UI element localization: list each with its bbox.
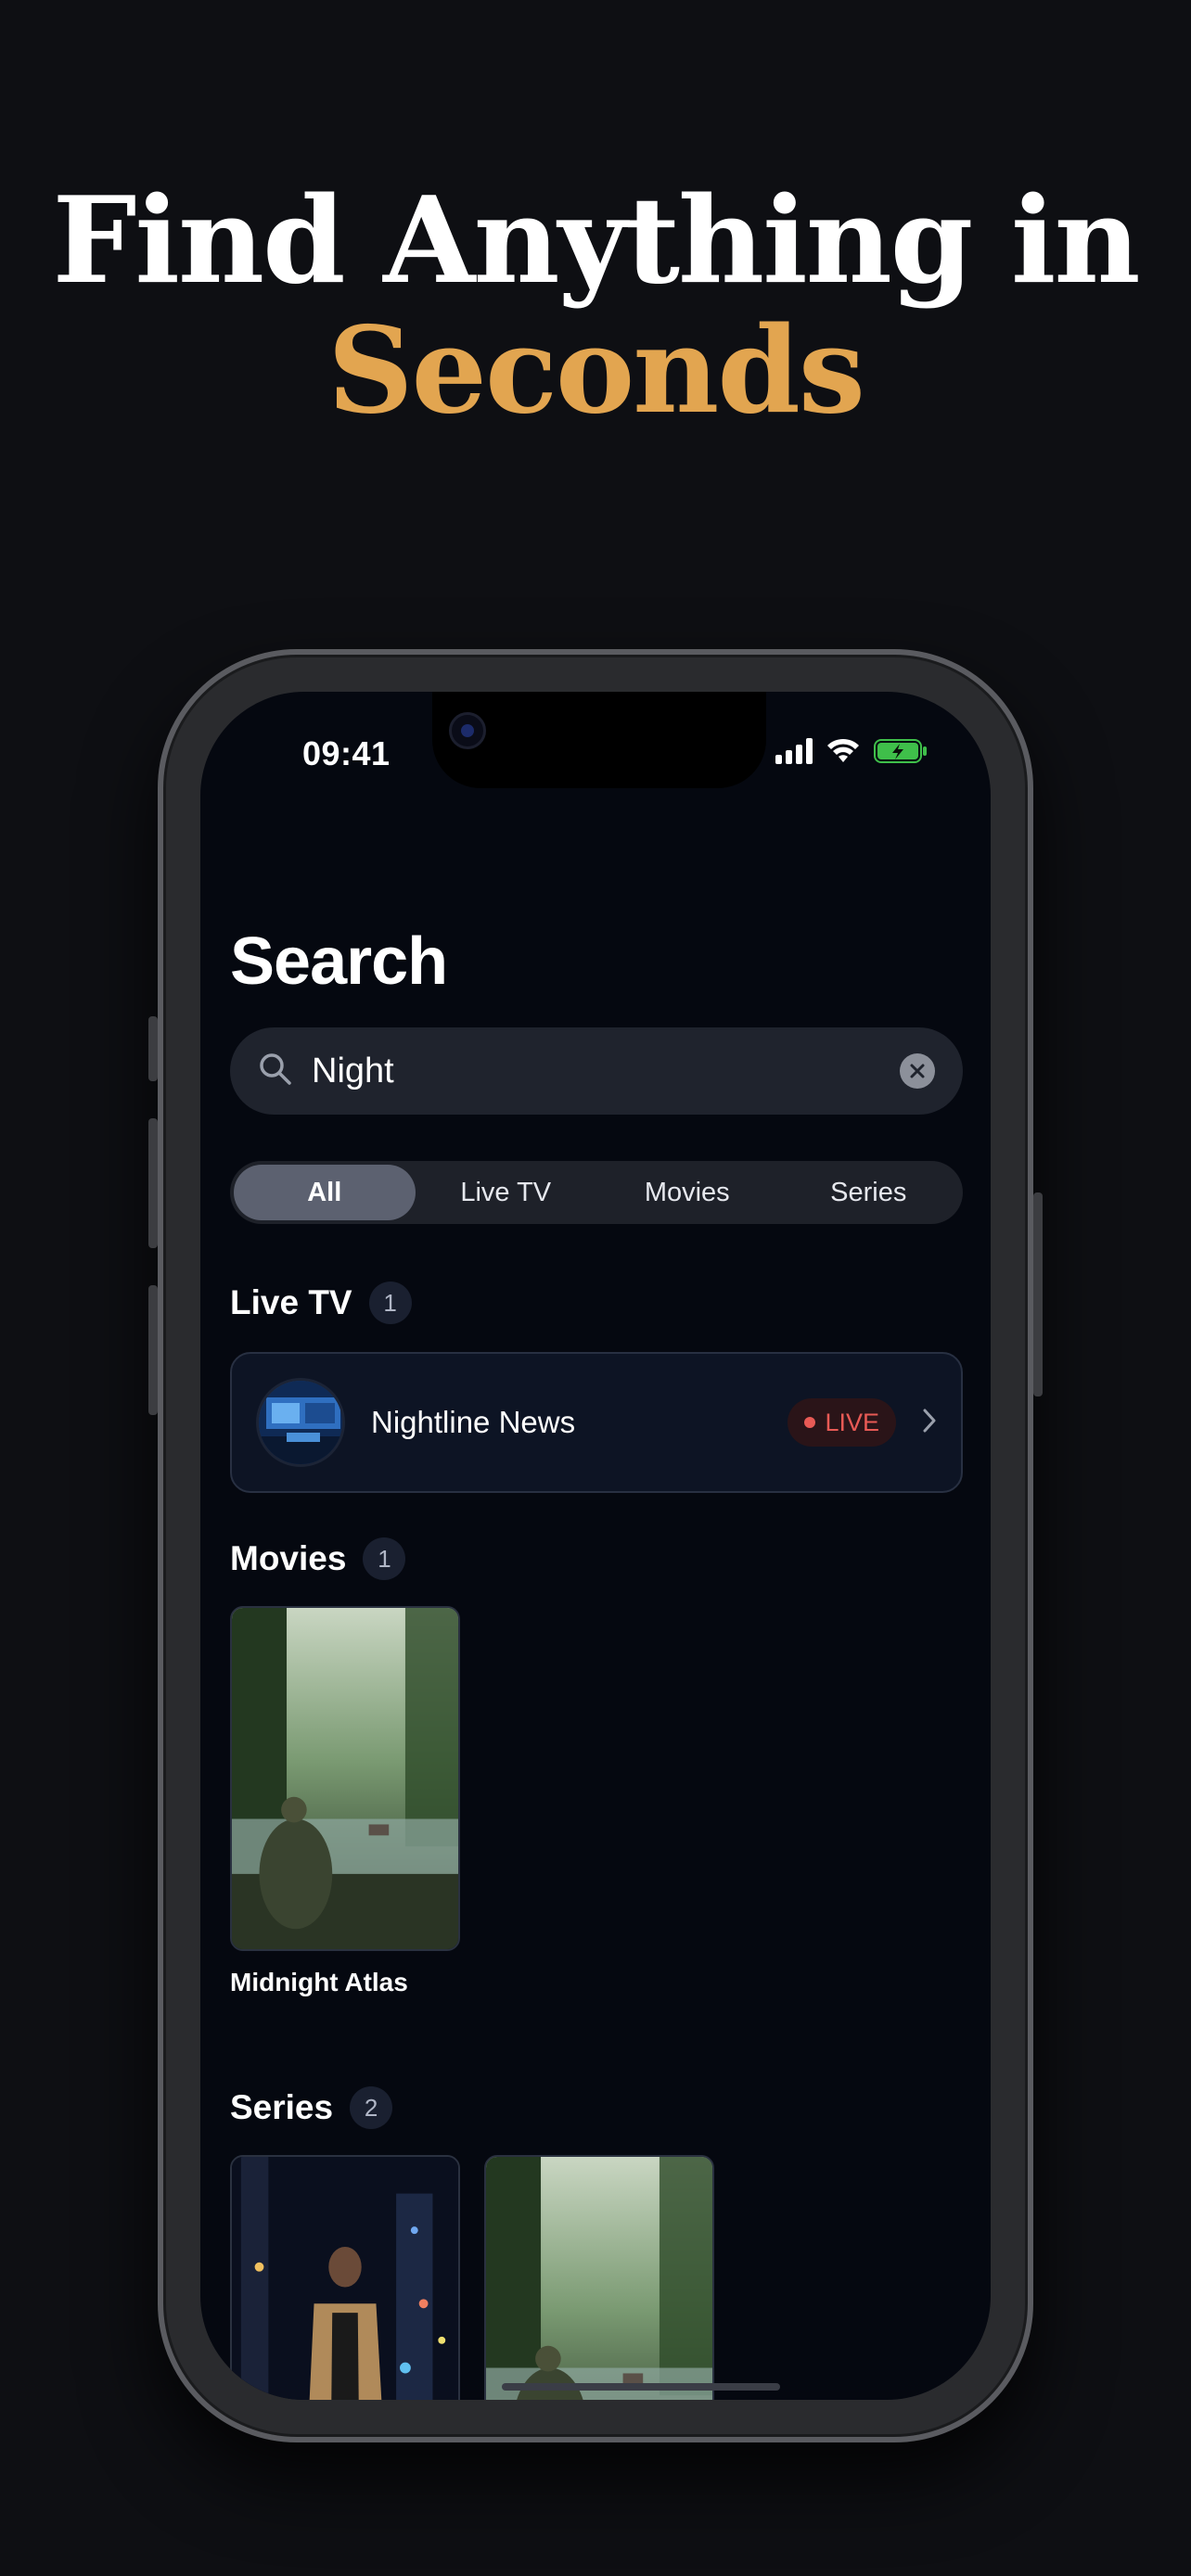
page-title: Search (230, 925, 448, 999)
volume-up-button (148, 1118, 158, 1248)
battery-charging-icon (874, 738, 928, 769)
live-dot-icon (804, 1417, 816, 1428)
live-tv-section-header: Live TV 1 (230, 1282, 963, 1324)
home-indicator (502, 2383, 780, 2391)
movie-title: Midnight Atlas (230, 1968, 408, 1996)
movie-card[interactable]: Midnight Atlas (230, 1606, 460, 1997)
movies-section-header: Movies 1 (230, 1537, 963, 1580)
action-button (148, 1016, 158, 1081)
movies-section-title: Movies (230, 1539, 347, 1577)
filter-segmented-control: All Live TV Movies Series (230, 1161, 963, 1224)
movie-poster (230, 1606, 460, 1951)
series-section-header: Series 2 (230, 2086, 963, 2129)
search-query[interactable]: Night (312, 1052, 900, 1091)
live-badge-label: LIVE (825, 1408, 879, 1436)
series-card[interactable] (484, 2155, 714, 2400)
headline-line-2: Seconds (327, 301, 865, 440)
segment-series[interactable]: Series (778, 1165, 960, 1220)
live-channel-row[interactable]: Nightline News LIVE (230, 1352, 963, 1493)
volume-down-button (148, 1285, 158, 1415)
search-icon (258, 1052, 293, 1091)
segment-all[interactable]: All (234, 1165, 416, 1220)
channel-thumbnail (256, 1378, 345, 1467)
segment-movies[interactable]: Movies (596, 1165, 778, 1220)
search-page: Search Night All Live TV Movies Series L… (230, 924, 963, 2400)
phone-frame: 09:41 Search Night All Live TV Movies Se… (148, 649, 1043, 2442)
live-tv-count-badge: 1 (368, 1282, 412, 1324)
headline-line-1: Find Anything in (52, 172, 1141, 311)
movies-count-badge: 1 (363, 1537, 406, 1580)
series-row (230, 2155, 963, 2400)
live-tv-section-title: Live TV (230, 1283, 352, 1321)
status-icons (775, 738, 928, 769)
cellular-signal-icon (775, 738, 813, 769)
phone-screen: 09:41 Search Night All Live TV Movies Se… (200, 692, 991, 2400)
series-card[interactable] (230, 2155, 460, 2400)
wifi-icon (826, 738, 861, 769)
series-count-badge: 2 (350, 2086, 393, 2129)
chevron-right-icon (922, 1408, 937, 1438)
series-section-title: Series (230, 2088, 334, 2126)
headline: Find Anything in Seconds (0, 176, 1191, 436)
power-button (1033, 1192, 1043, 1396)
channel-name: Nightline News (371, 1405, 576, 1439)
segment-live-tv[interactable]: Live TV (416, 1165, 597, 1220)
status-time: 09:41 (302, 734, 391, 772)
camera-icon (449, 712, 486, 749)
live-badge: LIVE (788, 1398, 896, 1447)
search-input[interactable]: Night (230, 1027, 963, 1115)
clear-icon[interactable] (900, 1053, 935, 1089)
